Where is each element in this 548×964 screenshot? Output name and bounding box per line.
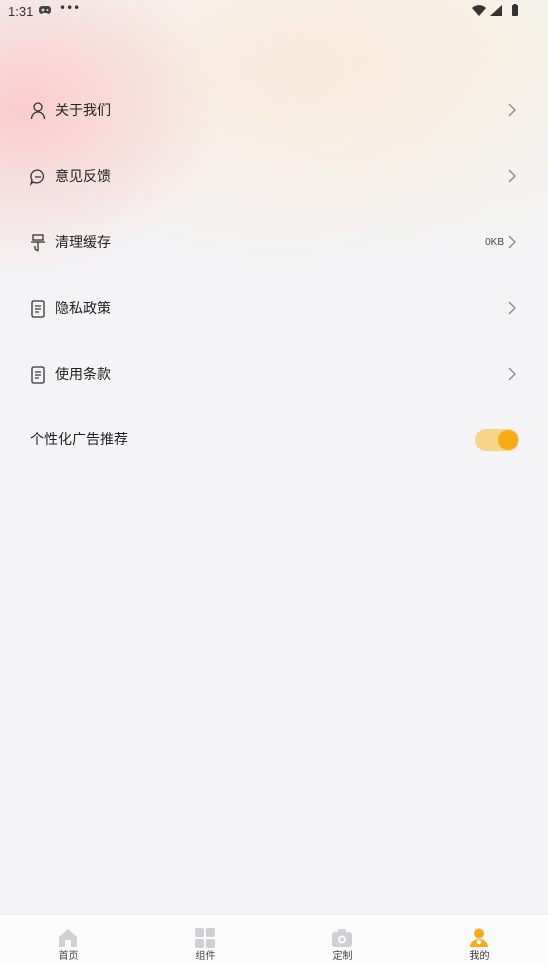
tab-label: 定制 [332, 951, 353, 962]
chevron-right-icon [508, 301, 516, 315]
chevron-right-icon [508, 367, 516, 381]
status-bar: 1:31 ••• [0, 0, 548, 24]
status-more-dots: ••• [59, 1, 81, 15]
battery-icon [512, 4, 518, 16]
chevron-right-icon [508, 235, 516, 249]
bottom-tab-bar: 首页 组件 定制 我的 [0, 914, 548, 964]
cache-size-value: 0KB [485, 237, 504, 248]
tab-label: 首页 [58, 951, 79, 962]
home-icon [59, 929, 77, 947]
menu-item-feedback[interactable]: 意见反馈 [0, 144, 548, 210]
menu-item-label: 清理缓存 [55, 235, 111, 251]
broom-icon [31, 234, 45, 252]
menu-item-label: 使用条款 [55, 367, 111, 383]
personalized-ads-row: 个性化广告推荐 [0, 408, 548, 472]
document-icon [31, 366, 45, 384]
personalized-ads-label: 个性化广告推荐 [30, 432, 128, 448]
user-icon [470, 928, 488, 947]
menu-item-privacy-policy[interactable]: 隐私政策 [0, 276, 548, 342]
menu-item-label: 关于我们 [55, 103, 111, 119]
tab-label: 组件 [195, 951, 216, 962]
menu-item-label: 意见反馈 [55, 169, 111, 185]
chevron-right-icon [508, 103, 516, 117]
menu-item-label: 隐私政策 [55, 301, 111, 317]
document-icon [31, 300, 45, 318]
toggle-knob [498, 430, 518, 450]
tab-customize[interactable]: 定制 [274, 915, 411, 964]
chat-bubble-icon [30, 169, 45, 186]
person-icon [30, 102, 46, 120]
chevron-right-icon [508, 169, 516, 183]
grid-icon [195, 928, 215, 948]
status-indicators [472, 4, 518, 16]
tab-home[interactable]: 首页 [0, 915, 137, 964]
signal-icon [490, 5, 502, 16]
tab-label: 我的 [469, 951, 490, 962]
menu-item-about-us[interactable]: 关于我们 [0, 78, 548, 144]
personalized-ads-toggle[interactable] [475, 429, 519, 451]
wifi-icon [472, 5, 486, 16]
tab-widgets[interactable]: 组件 [137, 915, 274, 964]
status-time: 1:31 [8, 4, 34, 19]
tab-mine[interactable]: 我的 [411, 915, 548, 964]
camera-icon [332, 929, 352, 947]
menu-item-terms-of-use[interactable]: 使用条款 [0, 342, 548, 408]
menu-item-clear-cache[interactable]: 清理缓存 0KB [0, 210, 548, 276]
gamepad-icon [39, 6, 51, 14]
settings-menu: 关于我们 意见反馈 清理缓存 0KB 隐私政策 使用条款 [0, 78, 548, 408]
